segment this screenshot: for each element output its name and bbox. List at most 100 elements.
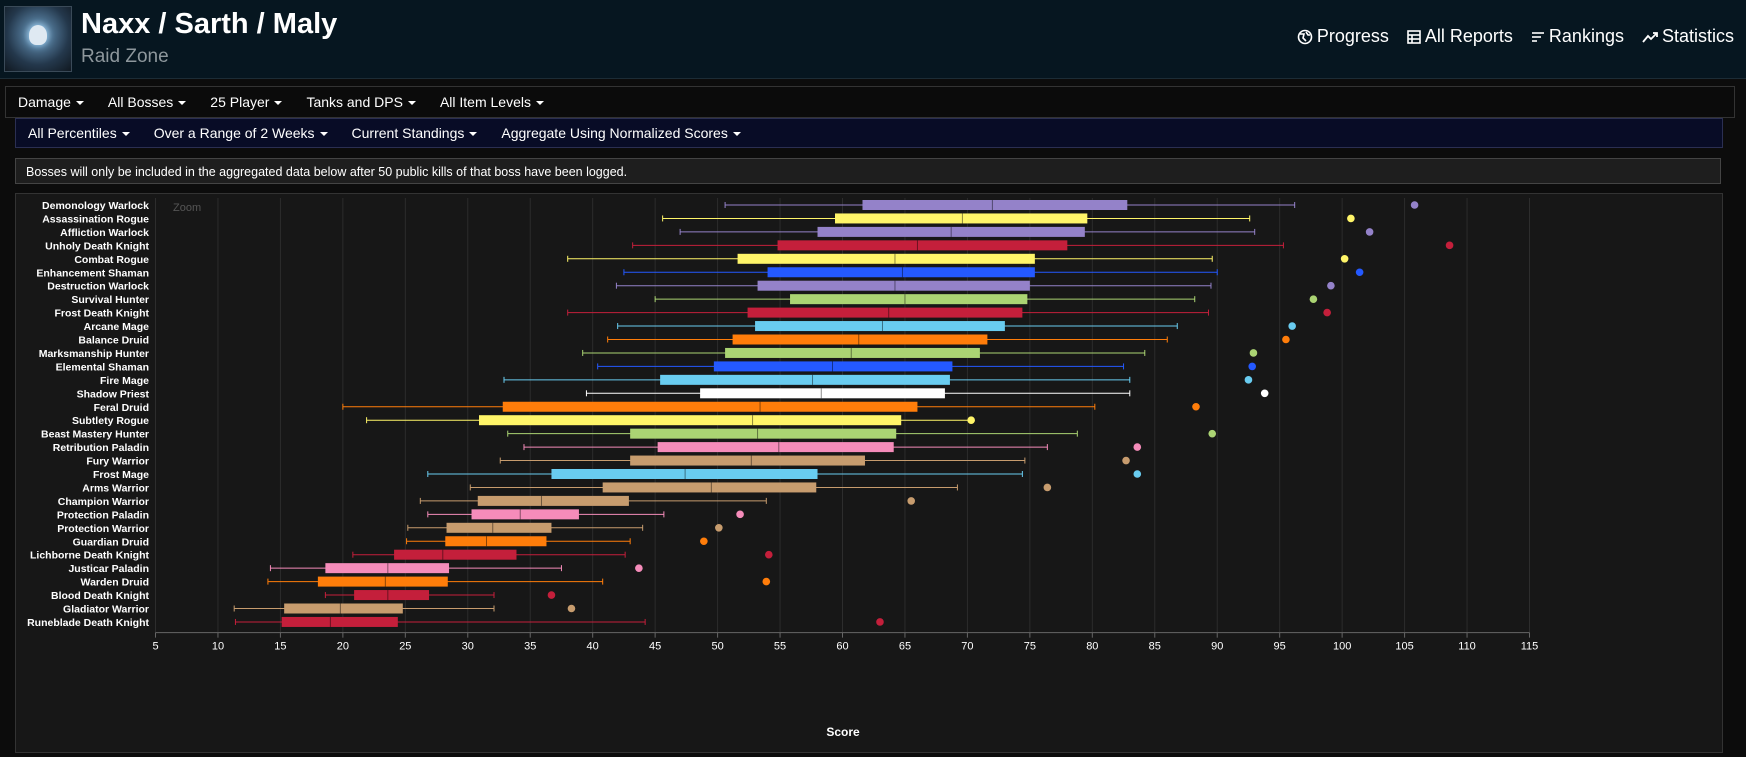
iqr-box (479, 415, 902, 426)
outlier-point (1445, 241, 1454, 250)
filter-boss-label: All Bosses (107, 94, 174, 110)
filter-percentile-dropdown[interactable]: All Percentiles (16, 125, 142, 141)
nav-statistics[interactable]: Statistics (1642, 26, 1734, 47)
x-tick-label: 60 (836, 641, 848, 653)
x-tick-label: 10 (212, 641, 224, 653)
category-label: Retribution Paladin (53, 442, 149, 454)
category-label: Enhancement Shaman (36, 267, 149, 279)
filter-size-dropdown[interactable]: 25 Player (198, 94, 294, 110)
page-subtitle: Raid Zone (81, 46, 169, 67)
nav-rankings[interactable]: Rankings (1531, 26, 1624, 47)
x-tick-label: 65 (899, 641, 911, 653)
caret-down-icon (407, 101, 416, 106)
outlier-point (635, 564, 643, 572)
iqr-box (602, 482, 817, 493)
zoom-label[interactable]: Zoom (173, 202, 201, 214)
x-tick-label: 5 (152, 641, 158, 653)
nav-rankings-label: Rankings (1548, 26, 1624, 46)
filter-metric-label: Damage (18, 94, 71, 110)
category-label: Lichborne Death Knight (30, 550, 150, 562)
box-series (724, 200, 1419, 210)
outlier-point (876, 618, 884, 626)
category-label: Fury Warrior (86, 456, 149, 468)
outlier-point (715, 524, 723, 532)
box-series (324, 590, 556, 601)
box-series (617, 321, 1296, 332)
iqr-box (502, 401, 918, 412)
filter-boss-dropdown[interactable]: All Bosses (96, 94, 198, 110)
filter-aggregate-label: Aggregate Using Normalized Scores (501, 125, 728, 141)
category-label: Fire Mage (100, 375, 149, 387)
filter-itemlevel-dropdown[interactable]: All Item Levels (428, 94, 556, 110)
outlier-point (1043, 483, 1052, 492)
rankings-icon (1531, 31, 1544, 42)
box-series (585, 388, 1269, 399)
filter-standings-dropdown[interactable]: Current Standings (340, 125, 490, 141)
reports-icon (1407, 29, 1421, 44)
caret-down-icon (469, 132, 478, 137)
category-label: Elemental Shaman (56, 361, 149, 373)
outlier-point (1309, 295, 1318, 303)
iqr-box (551, 469, 818, 479)
iqr-box (713, 361, 953, 372)
category-label: Frost Mage (93, 469, 149, 481)
outlier-point (1288, 322, 1296, 330)
box-series (632, 240, 1454, 251)
filter-aggregate-dropdown[interactable]: Aggregate Using Normalized Scores (489, 125, 752, 141)
boxplot-chart[interactable]: Zoom Demonology WarlockAssassination Rog… (16, 194, 1722, 752)
box-series (623, 267, 1364, 278)
iqr-box (737, 253, 1035, 264)
iqr-box (660, 374, 950, 385)
iqr-box (700, 388, 945, 399)
page-title: Naxx / Sarth / Maly (81, 8, 338, 40)
x-tick-label: 45 (649, 641, 661, 653)
x-tick-label: 20 (337, 641, 349, 653)
iqr-box (777, 240, 1068, 251)
x-tick-label: 85 (1149, 641, 1161, 653)
box-series (233, 603, 576, 614)
filter-roles-dropdown[interactable]: Tanks and DPS (294, 94, 428, 110)
category-label: Unholy Death Knight (45, 240, 149, 252)
outlier-point (1208, 429, 1217, 438)
outlier-point (1260, 389, 1269, 398)
iqr-box (790, 294, 1028, 305)
x-tick-label: 90 (1211, 641, 1223, 653)
iqr-box (284, 603, 403, 614)
category-label: Arcane Mage (84, 321, 150, 333)
category-label: Protection Paladin (57, 509, 149, 521)
iqr-box (477, 495, 629, 506)
box-series (342, 401, 1200, 412)
category-label: Blood Death Knight (51, 590, 149, 602)
zone-logo-icon (4, 6, 72, 72)
category-label: Combat Rogue (74, 254, 149, 266)
filter-metric-dropdown[interactable]: Damage (6, 94, 96, 110)
outlier-point (1248, 362, 1257, 371)
outlier-point (1365, 228, 1374, 236)
category-label: Protection Warrior (57, 523, 149, 535)
category-label: Demonology Warlock (42, 200, 149, 212)
box-series (366, 415, 975, 426)
statistics-icon (1642, 31, 1658, 43)
x-tick-label: 75 (1024, 641, 1036, 653)
filter-size-label: 25 Player (210, 94, 270, 110)
category-label: Survival Hunter (71, 294, 149, 306)
top-nav: Progress All Reports Rankings Statistics (1279, 26, 1734, 47)
outlier-point (1355, 268, 1364, 277)
category-label: Shadow Priest (77, 388, 150, 400)
iqr-box (747, 307, 1023, 318)
outlier-point (700, 537, 708, 546)
nav-all-reports[interactable]: All Reports (1407, 26, 1513, 47)
outlier-point (1122, 456, 1130, 465)
x-tick-label: 105 (1395, 641, 1413, 653)
category-label: Guardian Druid (73, 536, 149, 548)
filter-range-label: Over a Range of 2 Weeks (153, 125, 315, 141)
iqr-box (394, 549, 517, 560)
nav-statistics-label: Statistics (1661, 26, 1734, 46)
filter-percentile-label: All Percentiles (28, 125, 117, 141)
nav-progress[interactable]: Progress (1297, 26, 1389, 47)
filter-range-dropdown[interactable]: Over a Range of 2 Weeks (142, 125, 340, 141)
x-tick-label: 100 (1333, 641, 1351, 653)
box-series (406, 536, 708, 547)
caret-down-icon (535, 101, 544, 106)
iqr-box (862, 200, 1128, 210)
